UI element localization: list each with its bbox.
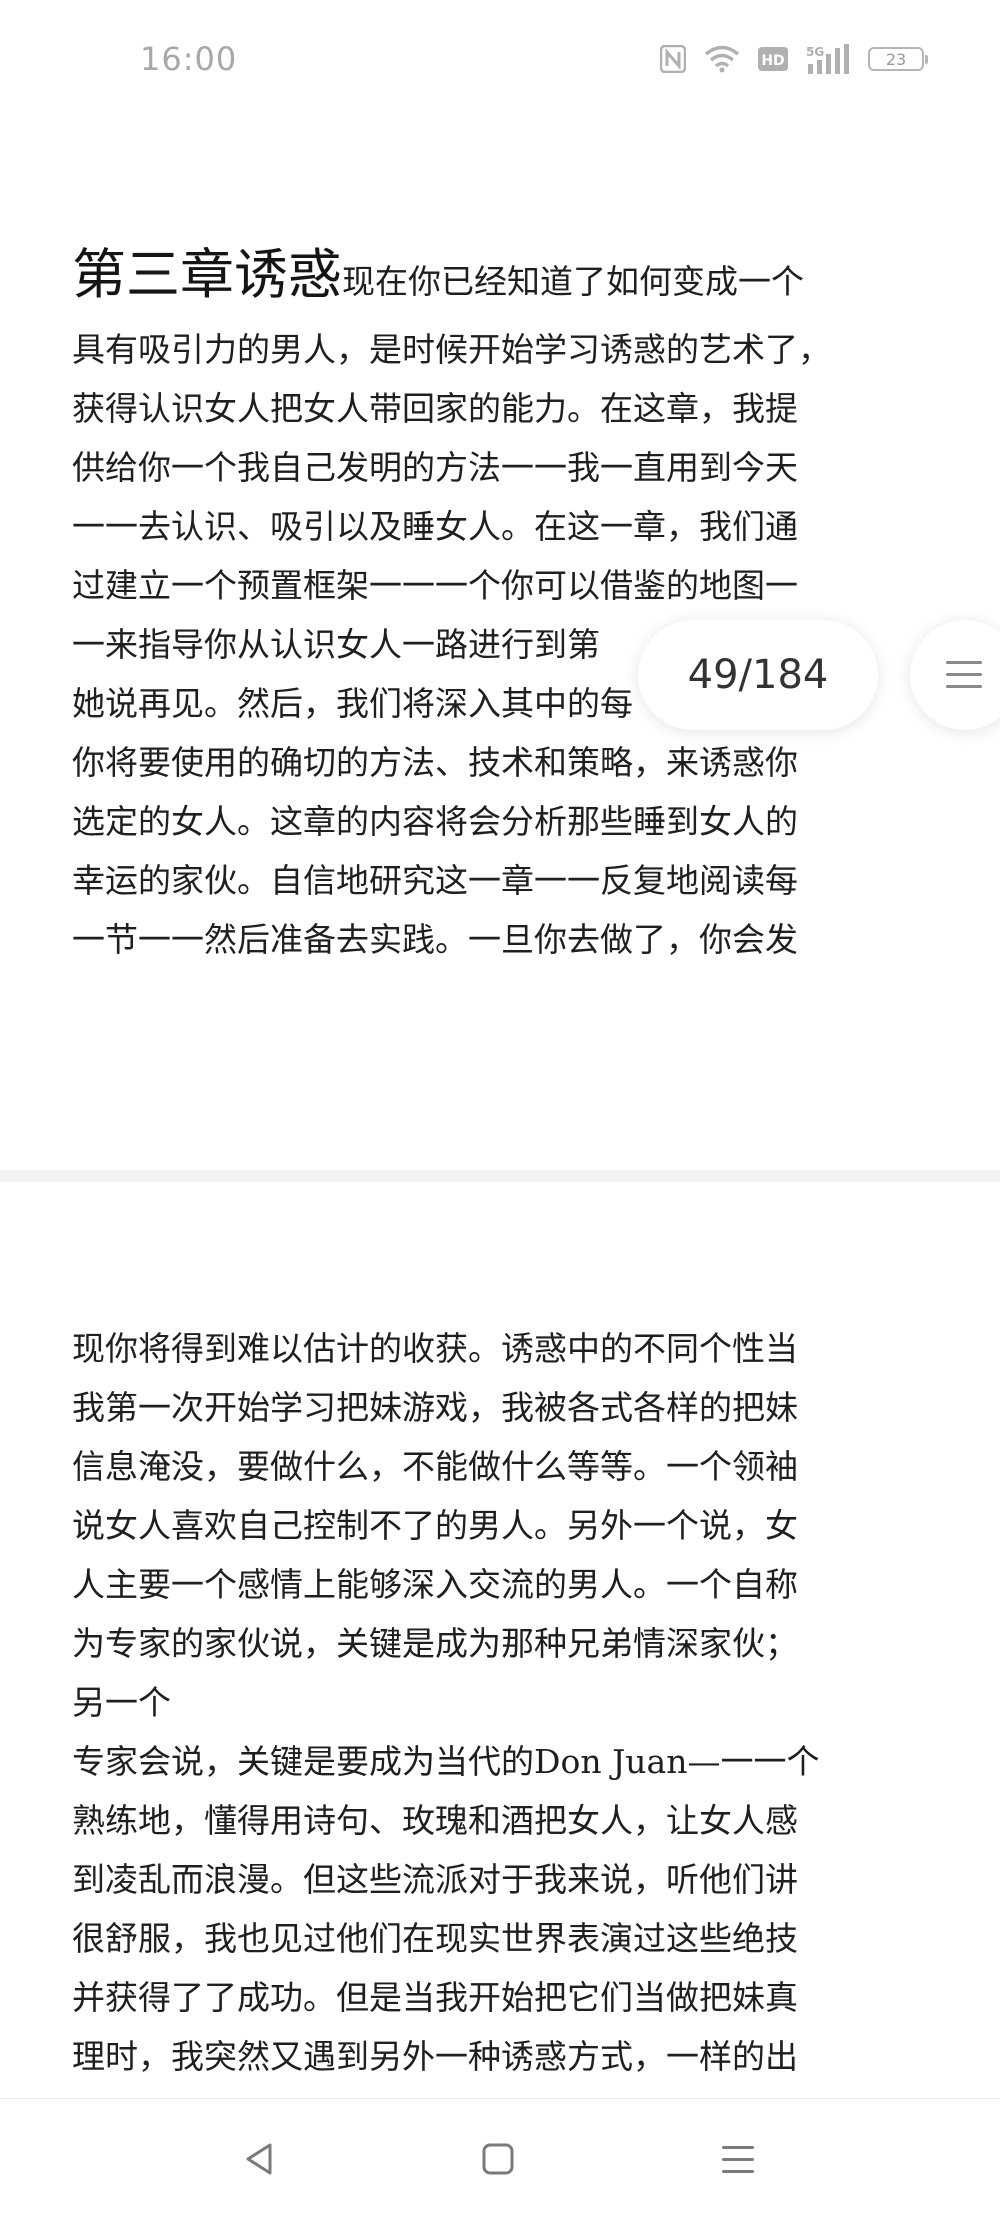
- status-time: 16:00: [140, 40, 238, 78]
- text-line: 一一去认识、吸引以及睡女人。在这一章，我们通: [72, 507, 798, 546]
- text-line: 为专家的家伙说，关键是成为那种兄弟情深家伙；: [72, 1624, 798, 1663]
- text-line: 熟练地，懂得用诗句、玫瑰和酒把女人，让女人感: [72, 1801, 798, 1840]
- menu-lines-icon: [946, 661, 982, 688]
- text-line: 一节一一然后准备去实践。一旦你去做了，你会发: [72, 920, 798, 959]
- text-line: 第三章诱惑现在你已经知道了如何变成一个: [72, 240, 932, 320]
- text-line: 你将要使用的确切的方法、技术和策略，来诱惑你: [72, 743, 798, 782]
- text-line: 很舒服，我也见过他们在现实世界表演过这些绝技: [72, 1919, 798, 1958]
- wifi-icon: [704, 45, 740, 73]
- text-line: 理时，我突然又遇到另外一种诱惑方式，一样的出: [72, 2037, 798, 2076]
- nav-menu-button[interactable]: [708, 2129, 768, 2189]
- text-line: 到凌乱而浪漫。但这些流派对于我来说，听他们讲: [72, 1860, 798, 1899]
- page-indicator[interactable]: 49/184: [638, 620, 878, 730]
- svg-text:5G: 5G: [806, 45, 824, 59]
- chapter-first-line: 现在你已经知道了如何变成一个: [342, 262, 804, 301]
- hd-icon: HD: [758, 47, 788, 71]
- nfc-icon: [660, 45, 686, 73]
- text-line: 信息淹没，要做什么，不能做什么等等。一个领袖: [72, 1447, 798, 1486]
- page-divider: [0, 1170, 1000, 1182]
- text-line: 具有吸引力的男人，是时候开始学习诱惑的艺术了，: [72, 330, 831, 369]
- battery-level: 23: [885, 49, 907, 69]
- page-indicator-text: 49/184: [687, 652, 829, 698]
- svg-text:HD: HD: [761, 53, 784, 69]
- text-line: 选定的女人。这章的内容将会分析那些睡到女人的: [72, 802, 798, 841]
- reader-page-2[interactable]: 现你将得到难以估计的收获。诱惑中的不同个性当 我第一次开始学习把妹游戏，我被各式…: [0, 1182, 1000, 2092]
- text-line: 并获得了了成功。但是当我开始把它们当做把妹真: [72, 1978, 798, 2017]
- page-2-text: 现你将得到难以估计的收获。诱惑中的不同个性当 我第一次开始学习把妹游戏，我被各式…: [72, 1319, 932, 2086]
- text-line: 过建立一个预置框架一一一个你可以借鉴的地图一: [72, 566, 798, 605]
- home-square-icon: [482, 2143, 514, 2175]
- status-icons: HD 5G 23: [660, 44, 928, 74]
- text-line: 说女人喜欢自己控制不了的男人。另外一个说，女: [72, 1506, 798, 1545]
- chapter-title: 第三章诱惑: [72, 243, 342, 306]
- page-1-text: 第三章诱惑现在你已经知道了如何变成一个 具有吸引力的男人，是时候开始学习诱惑的艺…: [72, 240, 932, 969]
- text-line: 专家会说，关键是要成为当代的Don Juan—一一个: [72, 1742, 820, 1781]
- text-line: 另一个: [72, 1683, 171, 1722]
- text-line: 获得认识女人把女人带回家的能力。在这章，我提: [72, 389, 798, 428]
- text-line: 我第一次开始学习把妹游戏，我被各式各样的把妹: [72, 1388, 798, 1427]
- nav-home-button[interactable]: [468, 2129, 528, 2189]
- status-bar: 16:00 HD 5G 23: [0, 0, 1000, 130]
- text-line: 幸运的家伙。自信地研究这一章一一反复地阅读每: [72, 861, 798, 900]
- system-nav-bar: [0, 2098, 1000, 2223]
- text-line: 现你将得到难以估计的收获。诱惑中的不同个性当: [72, 1329, 798, 1368]
- back-triangle-icon: [246, 2143, 272, 2175]
- menu-lines-icon: [722, 2146, 754, 2173]
- nav-back-button[interactable]: [230, 2129, 290, 2189]
- text-line: 人主要一个感情上能够深入交流的男人。一个自称: [72, 1565, 798, 1604]
- 5g-signal-icon: 5G: [806, 44, 849, 74]
- text-line: 供给你一个我自己发明的方法一一我一直用到今天: [72, 448, 798, 487]
- battery-icon: 23: [868, 47, 928, 71]
